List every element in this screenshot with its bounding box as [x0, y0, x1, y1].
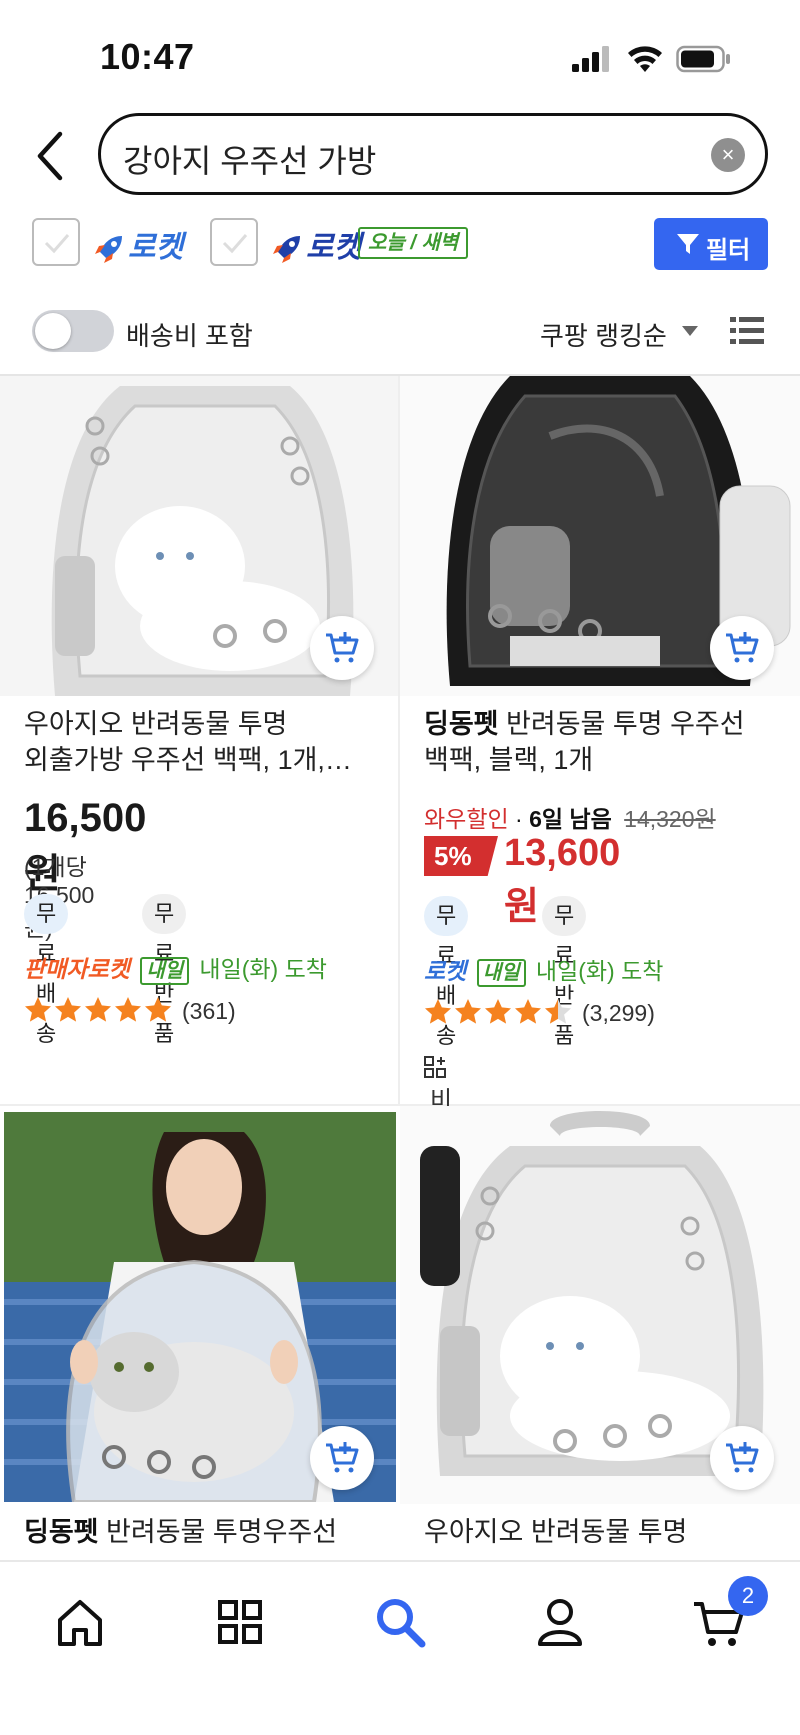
- product-title-line: 딩동펫 반려동물 투명 우주선: [424, 706, 794, 742]
- clear-search-icon[interactable]: ×: [711, 138, 745, 172]
- review-count: (3,299): [582, 1000, 655, 1026]
- wifi-icon: [628, 46, 662, 72]
- rocket-today-checkbox[interactable]: [210, 218, 258, 266]
- rocket-icon: [95, 236, 122, 264]
- delivery-info: 로켓 내일 내일(화) 도착: [424, 952, 663, 987]
- list-view-icon[interactable]: [730, 316, 764, 346]
- delivery-date: 내일(화) 도착: [199, 956, 327, 982]
- add-to-cart-button[interactable]: [710, 616, 774, 680]
- add-cart-icon: [326, 632, 359, 663]
- today-dawn-badge: 오늘 / 새벽: [358, 227, 469, 259]
- status-time: 10:47: [100, 36, 195, 77]
- rocket-today-logo[interactable]: 로켓: [270, 222, 361, 266]
- cart-count-badge: 2: [728, 1576, 768, 1616]
- filter-button[interactable]: 필터: [654, 218, 768, 270]
- toggle-knob: [35, 313, 71, 349]
- check-icon: [222, 234, 248, 254]
- funnel-icon: [677, 234, 699, 254]
- product-title-line: 딩동펫 반려동물 투명우주선: [24, 1514, 394, 1550]
- back-arrow-icon[interactable]: [30, 128, 70, 184]
- brand-name: 딩동펫: [24, 1517, 99, 1547]
- product-title-line: 외출가방 우주선 백팩, 1개,…: [24, 745, 352, 775]
- product-title[interactable]: 우아지오 반려동물 투명 외출가방 우주선 백팩, 1개,…: [24, 706, 394, 778]
- delivery-info: 판매자로켓 내일 내일(화) 도착: [24, 950, 327, 985]
- free-return-badge: 무료반품: [542, 896, 587, 1048]
- wow-discount-info: 와우할인 · 6일 남음 14,320원: [424, 806, 716, 832]
- bottom-tab-bar: [0, 1560, 800, 1735]
- product-title-line: 우아지오 반려동물 투명: [24, 709, 288, 739]
- search-input[interactable]: 강아지 우주선 가방 ×: [98, 113, 768, 195]
- rocket-checkbox[interactable]: [32, 218, 80, 266]
- free-shipping-badge: 무료배송: [24, 894, 69, 1046]
- star-rating: [425, 999, 571, 1024]
- days-left: 6일 남음: [529, 806, 612, 832]
- product-title[interactable]: 딩동펫 반려동물 투명우주선: [24, 1514, 394, 1550]
- status-bar: 10:47: [0, 0, 800, 110]
- rocket-icon: [273, 236, 300, 264]
- wow-discount-label: 와우할인: [424, 806, 509, 832]
- star-rating: [25, 997, 171, 1022]
- title-text: 반려동물 투명 우주선: [498, 709, 745, 739]
- shipping-included-toggle[interactable]: [32, 310, 114, 352]
- sort-dropdown[interactable]: 쿠팡 랭킹순: [540, 316, 667, 353]
- profile-icon[interactable]: [530, 1592, 590, 1652]
- shipping-included-label: 배송비 포함: [126, 321, 253, 351]
- categories-icon[interactable]: [210, 1592, 270, 1652]
- product-title-line: 백팩, 블랙, 1개: [424, 745, 594, 775]
- rocket-today-label: 로켓: [306, 231, 362, 264]
- cellular-signal-icon: [572, 46, 609, 72]
- product-title[interactable]: 우아지오 반려동물 투명: [424, 1514, 794, 1550]
- search-query[interactable]: 강아지 우주선 가방: [123, 136, 376, 182]
- add-cart-icon: [326, 1442, 359, 1473]
- delivery-date: 내일(화) 도착: [535, 958, 664, 984]
- filter-button-label: 필터: [706, 237, 751, 264]
- tomorrow-badge: 내일: [140, 957, 190, 985]
- home-icon[interactable]: [50, 1592, 110, 1652]
- add-to-cart-button[interactable]: [310, 616, 374, 680]
- product-title[interactable]: 딩동펫 반려동물 투명 우주선 백팩, 블랙, 1개: [424, 706, 794, 778]
- discount-badge: 5%: [424, 836, 498, 876]
- add-cart-icon: [726, 632, 759, 663]
- product-title-line: 우아지오 반려동물 투명: [424, 1517, 688, 1547]
- rocket-delivery-logo[interactable]: 로켓: [92, 222, 183, 266]
- free-shipping-badge: 무료배송: [424, 896, 469, 1048]
- chevron-down-icon[interactable]: [682, 326, 698, 336]
- check-icon: [44, 234, 70, 254]
- seller-rocket-label: 판매자로켓: [24, 956, 130, 982]
- title-text: 반려동물 투명우주선: [98, 1517, 338, 1547]
- search-icon[interactable]: [370, 1592, 430, 1652]
- battery-icon: [676, 45, 730, 73]
- brand-name: 딩동펫: [424, 709, 499, 739]
- rocket-label: 로켓: [128, 231, 184, 264]
- rocket-delivery-label: 로켓: [424, 958, 467, 984]
- original-price: 14,320원: [624, 806, 716, 832]
- add-to-cart-button[interactable]: [710, 1426, 774, 1490]
- similar-products-icon: [424, 1055, 446, 1078]
- review-count: (361): [182, 998, 236, 1024]
- tomorrow-badge: 내일: [476, 959, 526, 987]
- add-cart-icon: [726, 1442, 759, 1473]
- free-return-badge: 무료반품: [142, 894, 187, 1046]
- add-to-cart-button[interactable]: [310, 1426, 374, 1490]
